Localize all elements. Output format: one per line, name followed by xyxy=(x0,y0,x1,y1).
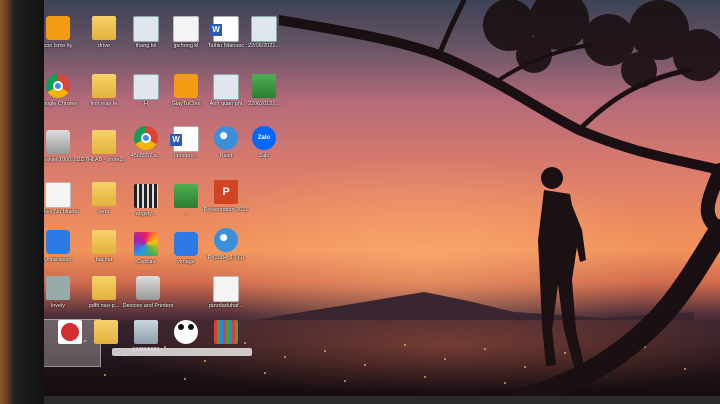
folder-icon xyxy=(92,130,116,154)
desktop-icon-label: 220620121... xyxy=(247,101,281,107)
image-icon xyxy=(251,16,277,42)
person-silhouette xyxy=(538,167,586,367)
desktop-icon-label: 22/06/2021... xyxy=(247,43,281,49)
vimage-icon xyxy=(174,232,198,256)
folder-icon xyxy=(92,276,116,300)
desktop-icon[interactable]: 220620121... xyxy=(234,74,294,120)
app-icon xyxy=(46,276,70,300)
powerpoint-icon: P xyxy=(214,180,238,204)
app-icon xyxy=(252,74,276,98)
desktop-screen: con lsmo lty Google Chrome HP Deskjet 10… xyxy=(44,0,720,404)
chrome-icon xyxy=(46,74,70,98)
folder-icon xyxy=(92,16,116,40)
desktop-icon[interactable]: PY2084_13 (1) xyxy=(196,228,256,274)
folder-icon xyxy=(92,182,116,206)
folder-icon xyxy=(92,74,116,98)
desktop-icon[interactable]: pizzdaduhaf... xyxy=(196,276,256,322)
document-icon xyxy=(45,182,71,208)
captura-icon xyxy=(134,232,158,256)
desktop-icon[interactable]: Zalo Zalo xyxy=(234,126,294,172)
panda-icon xyxy=(174,320,198,344)
desktop-icon[interactable]: 22/06/2021... xyxy=(234,16,294,62)
monitor-frame-left xyxy=(0,0,46,404)
ultraviewer-icon xyxy=(46,230,70,254)
app-icon xyxy=(174,74,198,98)
chrome-icon xyxy=(134,126,158,150)
printer-icon xyxy=(46,130,70,154)
desktop-icon-label: PY2084_13 (1) xyxy=(207,255,245,261)
desktop-icon[interactable]: P Presentation 2021 xyxy=(196,180,256,226)
app-icon xyxy=(46,16,70,40)
app-icon xyxy=(214,228,238,252)
desktop-icon-label: Presentation 2021 xyxy=(203,207,249,213)
document-icon xyxy=(213,276,239,302)
recycle-bin-icon xyxy=(134,320,158,344)
video-icon xyxy=(134,184,158,208)
app-icon xyxy=(174,184,198,208)
taskbar[interactable] xyxy=(44,396,720,404)
desktop-icon-label: Zalo xyxy=(258,153,270,159)
desktop-icon[interactable] xyxy=(196,320,256,366)
drag-preview-bar xyxy=(112,348,252,356)
printer-icon xyxy=(136,276,160,300)
folder-icon xyxy=(92,230,116,254)
tree-silhouette xyxy=(279,0,720,404)
desktop-icon[interactable]: Devices and Printers xyxy=(118,276,178,322)
desktop-icon-label: pizzdaduhaf... xyxy=(208,303,244,309)
folder-icon xyxy=(94,320,118,344)
zalo-icon: Zalo xyxy=(252,126,276,150)
desktop-icon-label: Devices and Printers xyxy=(122,303,174,309)
app-icon xyxy=(214,320,238,344)
